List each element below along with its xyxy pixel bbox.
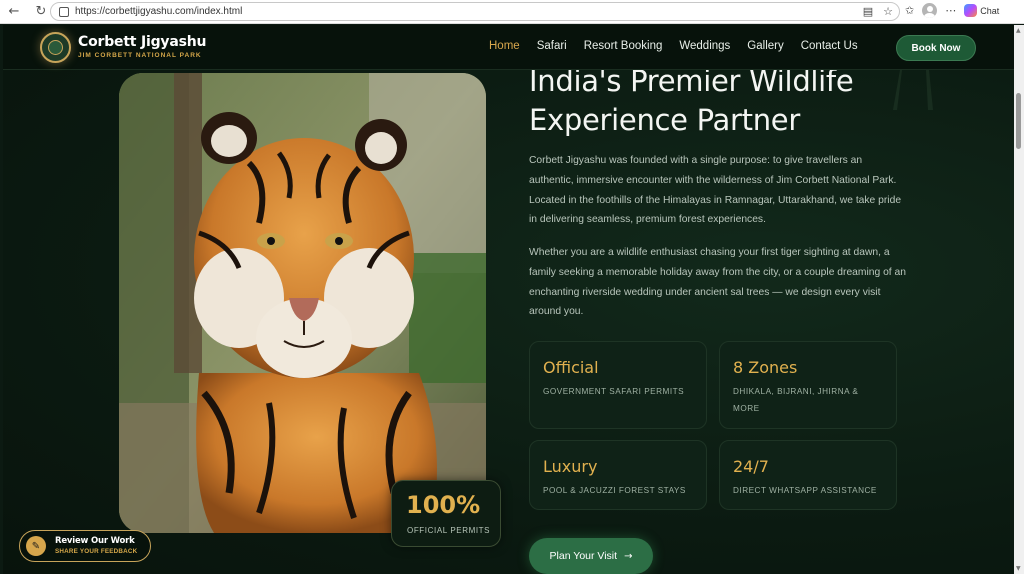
copilot-icon bbox=[964, 4, 978, 17]
feature-card-luxury: Luxury POOL & JACUZZI FOREST STAYS bbox=[529, 440, 707, 510]
about-headline: India's Premier Wildlife Experience Part… bbox=[529, 64, 854, 137]
feature-desc: POOL & JACUZZI FOREST STAYS bbox=[543, 486, 686, 495]
stat-label: OFFICIAL PERMITS bbox=[407, 526, 491, 535]
feature-desc: GOVERNMENT SAFARI PERMITS bbox=[543, 387, 685, 396]
review-our-work-button[interactable]: ✎ Review Our Work SHARE YOUR FEEDBACK bbox=[19, 530, 151, 562]
reload-icon[interactable]: ↻ bbox=[31, 2, 51, 22]
site-info-icon[interactable] bbox=[59, 6, 69, 17]
plan-visit-label: Plan Your Visit bbox=[549, 550, 618, 562]
logo-icon[interactable] bbox=[40, 32, 71, 63]
chat-button[interactable]: Chat bbox=[964, 4, 999, 17]
about-paragraph-1: Corbett Jigyashu was founded with a sing… bbox=[529, 155, 902, 226]
feature-card-zones: 8 Zones DHIKALA, BIJRANI, JHIRNA & MORE bbox=[719, 341, 897, 429]
more-menu-icon[interactable]: ⋯ bbox=[945, 4, 956, 17]
chat-label: Chat bbox=[980, 5, 1000, 16]
feature-card-official: Official GOVERNMENT SAFARI PERMITS bbox=[529, 341, 707, 429]
favorites-icon[interactable]: ✩ bbox=[905, 4, 914, 17]
address-bar[interactable]: https://corbettjigyashu.com/index.html ▤… bbox=[50, 2, 900, 21]
tiger-photo bbox=[119, 73, 486, 533]
stat-value: 100% bbox=[406, 491, 481, 519]
nav-safari[interactable]: Safari bbox=[537, 40, 567, 52]
permits-stat-card: 100% OFFICIAL PERMITS bbox=[391, 480, 501, 547]
nav-gallery[interactable]: Gallery bbox=[747, 40, 783, 52]
nav-weddings[interactable]: Weddings bbox=[679, 40, 730, 52]
url-text: https://corbettjigyashu.com/index.html bbox=[75, 6, 243, 17]
review-title: Review Our Work bbox=[55, 536, 135, 546]
brand-tagline: JIM CORBETT NATIONAL PARK bbox=[78, 52, 202, 59]
feature-title: 8 Zones bbox=[733, 358, 798, 377]
page-scrollbar[interactable]: ▲ ▼ bbox=[1014, 25, 1024, 574]
reader-mode-icon[interactable]: ▤ bbox=[863, 5, 873, 18]
feature-title: 24/7 bbox=[733, 457, 769, 476]
scrollbar-thumb[interactable] bbox=[1016, 93, 1021, 149]
nav-resort-booking[interactable]: Resort Booking bbox=[584, 40, 663, 52]
nav-contact-us[interactable]: Contact Us bbox=[801, 40, 858, 52]
feature-desc: DHIKALA, BIJRANI, JHIRNA & MORE bbox=[733, 387, 859, 413]
book-now-button[interactable]: Book Now bbox=[896, 35, 976, 61]
main-nav: Home Safari Resort Booking Weddings Gall… bbox=[489, 40, 875, 52]
page-viewport: Corbett Jigyashu JIM CORBETT NATIONAL PA… bbox=[3, 25, 1014, 574]
scroll-down-icon[interactable]: ▼ bbox=[1016, 565, 1021, 572]
profile-avatar[interactable] bbox=[922, 3, 938, 18]
plan-visit-button[interactable]: Plan Your Visit → bbox=[529, 538, 653, 574]
nav-home[interactable]: Home bbox=[489, 40, 520, 52]
site-header: Corbett Jigyashu JIM CORBETT NATIONAL PA… bbox=[3, 25, 1014, 70]
about-paragraph-2: Whether you are a wildlife enthusiast ch… bbox=[529, 247, 906, 318]
pen-icon: ✎ bbox=[26, 536, 46, 556]
feature-title: Luxury bbox=[543, 457, 598, 476]
arrow-right-icon: → bbox=[624, 550, 633, 562]
scroll-up-icon[interactable]: ▲ bbox=[1016, 27, 1021, 34]
feature-title: Official bbox=[543, 358, 599, 377]
review-subtitle: SHARE YOUR FEEDBACK bbox=[55, 548, 138, 555]
feature-desc: DIRECT WHATSAPP ASSISTANCE bbox=[733, 486, 877, 495]
back-icon[interactable]: ← bbox=[4, 2, 24, 22]
brand-name[interactable]: Corbett Jigyashu bbox=[78, 34, 206, 50]
feature-card-support: 24/7 DIRECT WHATSAPP ASSISTANCE bbox=[719, 440, 897, 510]
browser-toolbar: ← ↻ https://corbettjigyashu.com/index.ht… bbox=[0, 0, 1024, 24]
favorite-star-icon[interactable]: ☆ bbox=[883, 5, 893, 18]
